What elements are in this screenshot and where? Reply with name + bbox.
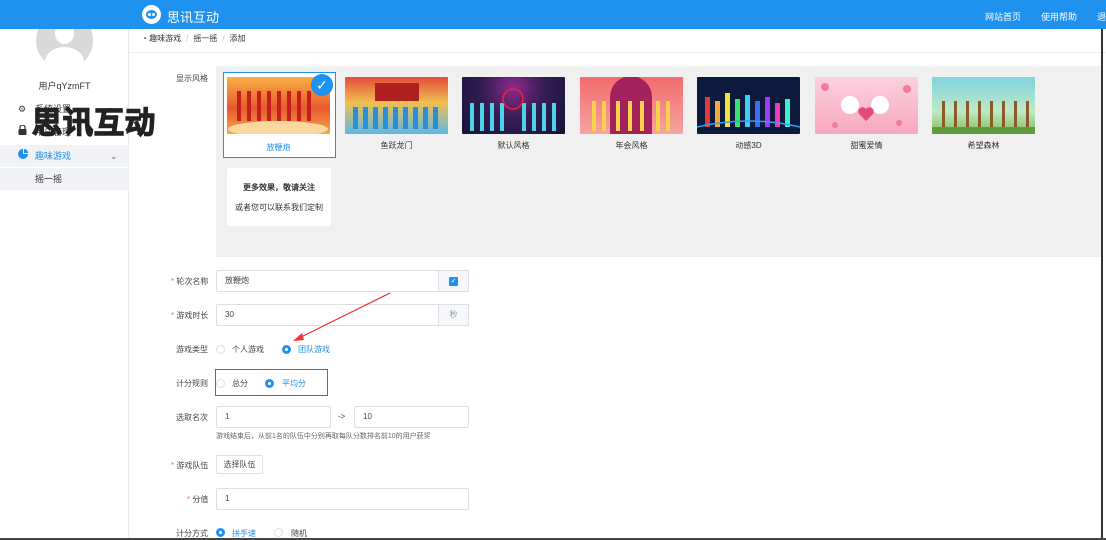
scrollbar[interactable] bbox=[1101, 29, 1103, 540]
annotation-arrow bbox=[293, 292, 391, 341]
